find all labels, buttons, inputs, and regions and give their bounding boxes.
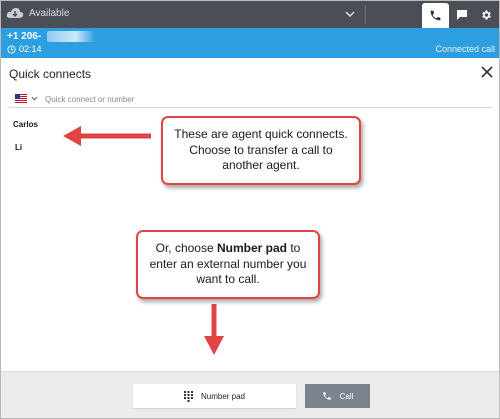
annotation-callout-number-pad: Or, choose Number pad to enter an extern…	[136, 230, 320, 299]
number-pad-button[interactable]: Number pad	[133, 384, 296, 408]
tab-settings[interactable]	[475, 5, 497, 25]
callout-text-bold: Number pad	[217, 241, 288, 256]
call-state-label: Connected call	[435, 44, 495, 54]
cloud-icon	[6, 8, 24, 18]
agent-status-label[interactable]: Available	[29, 8, 69, 19]
arrow-left-icon	[63, 126, 151, 146]
gear-icon	[482, 10, 491, 20]
input-underline	[9, 107, 493, 108]
callout-text: These are agent quick connects. Choose t…	[174, 127, 348, 173]
tab-chat[interactable]	[451, 5, 473, 25]
quick-connect-item[interactable]: Li	[15, 143, 22, 152]
panel-title: Quick connects	[9, 67, 92, 81]
arrow-down-icon	[204, 304, 224, 355]
number-pad-label: Number pad	[200, 391, 246, 401]
close-icon[interactable]	[480, 65, 494, 79]
footer-action-bar: Number pad Call	[1, 371, 499, 418]
redacted-number	[47, 31, 95, 42]
annotation-callout-quick-connects: These are agent quick connects. Choose t…	[161, 116, 361, 185]
divider	[365, 5, 366, 24]
quick-connect-item[interactable]: Carlos	[13, 120, 38, 129]
call-status-bar: +1 206- 02:14 Connected call	[1, 28, 499, 58]
clock-icon	[7, 45, 16, 54]
chevron-down-icon[interactable]	[31, 95, 38, 102]
ccp-window: Available +1 206- 02:14 Connected call Q…	[0, 0, 500, 419]
keypad-icon	[183, 390, 193, 402]
quick-connect-search-input[interactable]	[45, 92, 485, 106]
call-button[interactable]: Call	[305, 384, 370, 408]
chat-icon	[457, 10, 467, 20]
callout-text-prefix: Or, choose	[155, 241, 217, 256]
chevron-down-icon[interactable]	[344, 8, 356, 20]
annotation-arrows	[63, 126, 224, 355]
status-bar: Available	[1, 1, 499, 28]
callout-text: Or, choose Number pad to enter an extern…	[146, 241, 310, 288]
tab-phone[interactable]	[422, 3, 449, 28]
phone-icon	[322, 392, 331, 400]
call-timer: 02:14	[19, 44, 42, 54]
caller-number: +1 206-	[7, 31, 42, 42]
call-label: Call	[339, 391, 354, 401]
phone-icon	[430, 10, 441, 21]
us-flag-icon[interactable]	[15, 94, 27, 103]
